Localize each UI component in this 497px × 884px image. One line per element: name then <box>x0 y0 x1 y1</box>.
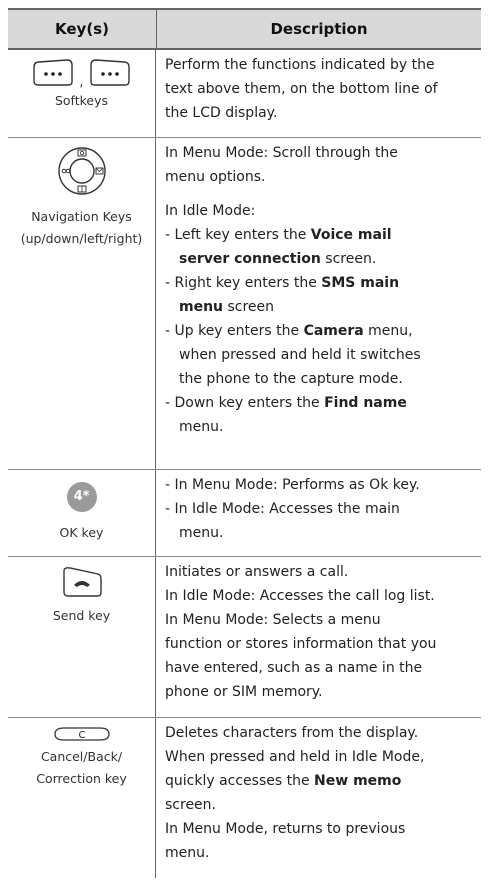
description-cell: Initiates or answers a call. In Idle Mod… <box>156 557 481 717</box>
desc-line: phone or SIM memory. <box>165 684 323 700</box>
desc-line: - In Menu Mode: Performs as Ok key. <box>165 477 420 493</box>
desc-line: In Menu Mode: Selects a menu <box>165 612 381 628</box>
desc-line: Deletes characters from the display. <box>165 725 419 741</box>
desc-line: screen. <box>165 797 216 813</box>
desc-line: menu. <box>179 419 224 435</box>
cancel-key-icon: C <box>53 727 110 741</box>
softkey-comma: , <box>79 75 84 90</box>
description-cell: Perform the functions indicated by the t… <box>156 50 481 137</box>
desc-line: Initiates or answers a call. <box>165 564 349 580</box>
key-label: OK key <box>59 525 104 540</box>
key-label: Cancel/Back/ <box>40 749 123 764</box>
desc-line: - Down key enters the Find name <box>165 395 407 411</box>
desc-line: In Idle Mode: <box>165 203 256 219</box>
desc-line: when pressed and held it switches <box>179 347 421 363</box>
desc-line: menu options. <box>165 169 266 185</box>
desc-line: menu screen <box>179 299 275 315</box>
key-label: Softkeys <box>54 93 109 108</box>
send-key-icon <box>62 567 102 597</box>
desc-line: - Up key enters the Camera menu, <box>165 323 413 339</box>
desc-line: function or stores information that you <box>165 636 437 652</box>
cancel-key-glyph: C <box>78 730 85 741</box>
desc-line: menu. <box>179 525 224 541</box>
key-label: Send key <box>52 608 111 623</box>
desc-line: In Idle Mode: Accesses the call log list… <box>165 588 435 604</box>
desc-line: In Menu Mode, returns to previous <box>165 821 406 837</box>
desc-line: In Menu Mode: Scroll through the <box>165 145 398 161</box>
key-label: Navigation Keys <box>31 209 132 224</box>
key-cell: Navigation Keys (up/down/left/right) <box>8 138 156 469</box>
table-header: Key(s) Description <box>8 10 481 50</box>
description-cell: In Menu Mode: Scroll through the menu op… <box>156 138 481 469</box>
desc-line: the phone to the capture mode. <box>179 371 403 387</box>
ok-key-icon: 4* <box>66 482 97 512</box>
header-keys: Key(s) <box>8 10 157 48</box>
desc-line: Perform the functions indicated by the <box>165 57 435 73</box>
table-row-softkeys: , Softkeys Perform the functions indicat… <box>8 50 481 138</box>
softkey-right-icon <box>89 59 130 86</box>
description-cell: Deletes characters from the display. Whe… <box>156 718 481 878</box>
key-label: (up/down/left/right) <box>20 231 143 246</box>
key-cell: , Softkeys <box>8 50 156 137</box>
table-row-send-key: Send key Initiates or answers a call. In… <box>8 557 481 718</box>
key-cell: C Cancel/Back/ Correction key <box>8 718 156 878</box>
desc-line: menu. <box>165 845 210 861</box>
key-cell: Send key <box>8 557 156 717</box>
desc-line: - Left key enters the Voice mail <box>165 227 392 243</box>
desc-line: server connection screen. <box>179 251 377 267</box>
desc-line: quickly accesses the New memo <box>165 773 402 789</box>
key-cell: 4* OK key <box>8 470 156 556</box>
desc-line: When pressed and held in Idle Mode, <box>165 749 425 765</box>
desc-line: have entered, such as a name in the <box>165 660 423 676</box>
key-description-table: Key(s) Description , Softkeys Perform th… <box>8 8 481 878</box>
desc-line: the LCD display. <box>165 105 278 121</box>
table-row-ok-key: 4* OK key - In Menu Mode: Performs as Ok… <box>8 470 481 557</box>
header-description: Description <box>270 20 368 38</box>
navigation-keys-icon <box>57 147 106 195</box>
desc-line: - In Idle Mode: Accesses the main <box>165 501 400 517</box>
softkey-left-icon <box>33 59 74 86</box>
table-row-cancel-key: C Cancel/Back/ Correction key Deletes ch… <box>8 718 481 878</box>
description-cell: - In Menu Mode: Performs as Ok key. - In… <box>156 470 481 556</box>
key-label: Correction key <box>36 771 127 786</box>
desc-line: text above them, on the bottom line of <box>165 81 438 97</box>
table-row-navigation: Navigation Keys (up/down/left/right) In … <box>8 138 481 470</box>
desc-line: - Right key enters the SMS main <box>165 275 400 291</box>
